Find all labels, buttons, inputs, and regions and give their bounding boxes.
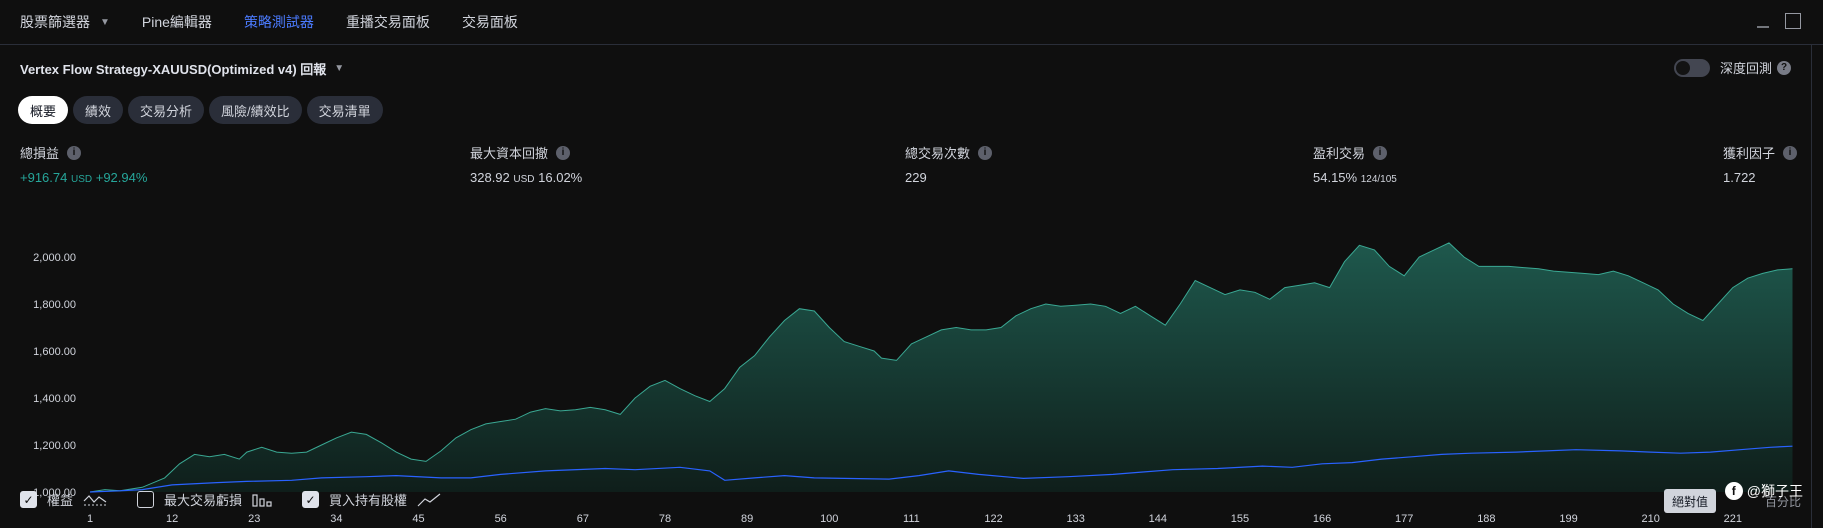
y-tick-label: 1,600.00: [33, 346, 76, 358]
tab-overview[interactable]: 概要: [18, 96, 69, 124]
absolute-value-button[interactable]: 絕對值: [1663, 489, 1716, 513]
x-tick-label: 100: [820, 513, 838, 525]
y-tick-label: 1,200.00: [33, 440, 76, 452]
x-tick-label: 67: [577, 513, 589, 525]
facebook-icon: f: [1724, 482, 1743, 500]
info-icon[interactable]: i: [978, 145, 993, 160]
x-tick-label: 188: [1477, 513, 1495, 525]
metric-label: 最大資本回撤: [470, 146, 549, 161]
equity-chart[interactable]: 1,000.001,200.001,400.001,600.001,800.00…: [0, 200, 1812, 525]
net-profit-value: +916.74: [20, 170, 68, 185]
x-tick-label: 89: [741, 513, 753, 525]
net-profit-unit: USD: [70, 174, 93, 185]
tab-strategy-tester[interactable]: 策略測試器: [244, 12, 314, 32]
tab-performance[interactable]: 績效: [73, 96, 124, 124]
profitable-value: 54.15%: [1313, 170, 1358, 185]
max-drawdown-pct: 16.02%: [538, 170, 583, 185]
watermark: f @獅子王: [1724, 481, 1803, 501]
x-tick-label: 199: [1559, 513, 1577, 525]
x-tick-label: 210: [1641, 513, 1659, 525]
strategy-title[interactable]: Vertex Flow Strategy-XAUUSD(Optimized v4…: [20, 59, 344, 78]
x-tick-label: 111: [903, 513, 920, 525]
y-tick-label: 1,800.00: [33, 299, 76, 311]
tab-label: 交易面板: [461, 14, 518, 30]
chevron-down-icon: ▼: [334, 63, 345, 74]
x-tick-label: 23: [248, 513, 260, 525]
net-profit-pct: +92.94%: [95, 170, 148, 185]
metric-label: 總損益: [20, 146, 60, 161]
metric-label: 總交易次數: [905, 146, 971, 161]
info-icon[interactable]: i: [1783, 145, 1798, 160]
maximize-icon[interactable]: [1785, 13, 1801, 29]
x-tick-label: 221: [1724, 513, 1742, 525]
profit-factor-value: 1.722: [1723, 170, 1756, 185]
x-tick-label: 1: [87, 513, 93, 525]
x-tick-label: 45: [412, 513, 424, 525]
x-tick-label: 144: [1149, 513, 1167, 525]
strategy-tester-panel: Vertex Flow Strategy-XAUUSD(Optimized v4…: [0, 45, 1812, 528]
y-tick-label: 1,400.00: [33, 393, 76, 405]
legend-equity[interactable]: ✓ 權益: [20, 490, 107, 509]
legend-label: 權益: [47, 493, 74, 508]
watermark-text: @獅子王: [1746, 483, 1803, 499]
info-icon[interactable]: i: [67, 145, 82, 160]
metric-profit-factor: 獲利因子 i 1.722: [1723, 143, 1798, 185]
x-tick-label: 34: [330, 513, 342, 525]
chart-legend: ✓ 權益 最大交易虧損 ✓ 買入持有股權: [20, 490, 471, 509]
checkbox-buy-hold[interactable]: ✓: [302, 491, 320, 508]
tab-risk-ratio[interactable]: 風險/績效比: [209, 96, 302, 124]
deep-backtest-toggle[interactable]: [1673, 58, 1710, 77]
tab-trade-analysis[interactable]: 交易分析: [128, 96, 205, 124]
deep-backtest-label: 深度回測: [1719, 61, 1772, 76]
legend-label: 最大交易虧損: [164, 493, 243, 508]
tab-stock-screener[interactable]: 股票篩選器 ▼: [20, 12, 110, 32]
x-tick-label: 12: [166, 513, 178, 525]
metric-label: 獲利因子: [1723, 146, 1776, 161]
tab-trade-list[interactable]: 交易清單: [306, 96, 383, 124]
y-tick-label: 2,000.00: [33, 252, 76, 264]
checkbox-equity[interactable]: ✓: [20, 491, 37, 508]
max-drawdown-unit: USD: [513, 174, 535, 185]
metric-max-drawdown: 最大資本回撤 i 328.92 USD 16.02%: [470, 143, 582, 185]
total-trades-value: 229: [905, 170, 927, 185]
max-drawdown-value: 328.92: [470, 170, 510, 185]
tab-label: Pine編輯器: [141, 14, 212, 30]
equity-area: [90, 242, 1793, 492]
tab-label: 重播交易面板: [345, 14, 430, 30]
x-tick-label: 177: [1395, 513, 1413, 525]
legend-buy-hold[interactable]: ✓ 買入持有股權: [302, 490, 441, 509]
info-icon[interactable]: i: [1373, 145, 1388, 160]
x-tick-label: 133: [1066, 513, 1084, 525]
tab-label: 股票篩選器: [20, 14, 90, 30]
metric-total-trades: 總交易次數 i 229: [905, 143, 993, 185]
report-tabs: 概要 績效 交易分析 風險/績效比 交易清單: [18, 96, 388, 124]
metric-label: 盈利交易: [1313, 146, 1366, 161]
minimize-icon[interactable]: [1755, 13, 1771, 29]
checkbox-drawdown[interactable]: [137, 491, 155, 508]
chevron-down-icon: ▼: [100, 16, 110, 28]
top-tab-bar: 股票篩選器 ▼ Pine編輯器 策略測試器 重播交易面板 交易面板: [0, 0, 1823, 45]
line-trend-icon: [417, 493, 441, 506]
metric-net-profit: 總損益 i +916.74 USD +92.94%: [20, 143, 147, 185]
tab-pine-editor[interactable]: Pine編輯器: [142, 12, 212, 32]
legend-label: 買入持有股權: [329, 493, 408, 508]
bar-chart-icon: [252, 493, 272, 507]
x-tick-label: 56: [495, 513, 507, 525]
tab-trading-panel[interactable]: 交易面板: [462, 12, 518, 32]
metric-profitable: 盈利交易 i 54.15% 124/105: [1313, 143, 1397, 185]
legend-drawdown[interactable]: 最大交易虧損: [137, 490, 272, 509]
x-tick-label: 122: [984, 513, 1002, 525]
help-icon[interactable]: ?: [1777, 60, 1791, 75]
strategy-title-text: Vertex Flow Strategy-XAUUSD(Optimized v4…: [20, 62, 327, 77]
tab-label: 策略測試器: [243, 14, 314, 30]
info-icon[interactable]: i: [556, 145, 571, 160]
x-tick-label: 78: [659, 513, 671, 525]
area-wave-icon: [83, 494, 107, 505]
deep-backtest: 深度回測 ?: [1673, 58, 1791, 77]
profitable-detail: 124/105: [1360, 174, 1397, 185]
x-tick-label: 155: [1231, 513, 1249, 525]
tab-replay-trading[interactable]: 重播交易面板: [346, 12, 430, 32]
x-tick-label: 166: [1313, 513, 1331, 525]
